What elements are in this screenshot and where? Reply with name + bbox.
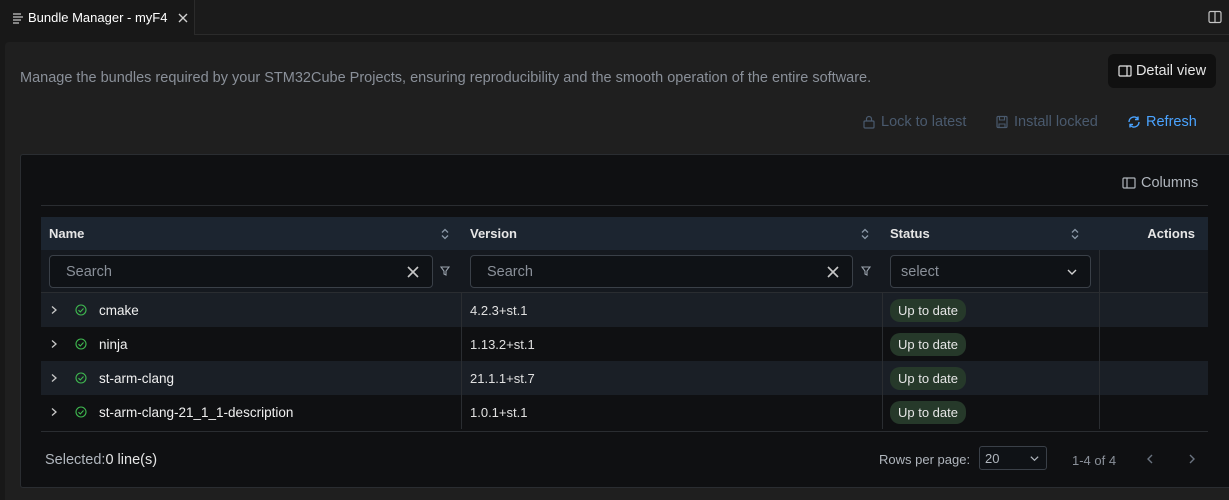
search-placeholder: Search [66,263,112,280]
page-info: 1-4 of 4 [1072,453,1117,468]
status-cell: Up to date [882,395,1092,429]
version-search-input[interactable]: Search [470,255,853,288]
bundle-name: cmake [99,302,139,318]
bundle-name: st-arm-clang-21_1_1-description [99,404,294,420]
columns-button[interactable]: Columns [1122,175,1198,191]
column-header-actions: Actions [1092,217,1208,250]
refresh-label: Refresh [1146,114,1197,130]
chevron-right-icon[interactable] [49,373,59,383]
columns-icon [1122,176,1136,190]
rows-per-page-label: Rows per page: [879,452,971,467]
save-icon [995,115,1009,129]
bundle-name: ninja [99,336,128,352]
chevron-down-icon [1029,453,1040,464]
editor-tab-bar: Bundle Manager - myF4 [0,0,1229,35]
table-header: Name Version Status Actions [41,217,1208,250]
split-editor-icon[interactable] [1207,9,1223,25]
selected-label: Selected: [45,452,106,468]
actions-cell [1092,395,1208,429]
bundle-version: 1.0.1+st.1 [470,404,528,420]
close-icon[interactable] [175,10,191,26]
sort-icon[interactable] [860,227,870,241]
check-circle-icon [75,304,87,316]
filter-icon[interactable] [440,265,450,277]
columns-label: Columns [1141,175,1199,191]
column-divider [1099,250,1100,429]
chevron-down-icon [1066,266,1078,278]
status-badge: Up to date [890,332,966,356]
actions-cell [1092,361,1208,395]
column-header-label: Name [49,226,85,241]
status-select[interactable]: select [890,255,1091,288]
column-divider [882,293,883,429]
actions-cell [1092,327,1208,361]
status-badge: Up to date [890,298,966,322]
name-cell: st-arm-clang-21_1_1-description [41,395,462,429]
lock-to-latest-button[interactable]: Lock to latest [862,114,966,130]
next-page-icon[interactable] [1185,452,1199,466]
bundle-manager-panel: Manage the bundles required by your STM3… [5,42,1229,500]
list-icon [12,12,24,24]
rows-per-page-select[interactable]: 20 [979,446,1047,470]
sort-icon[interactable] [1070,227,1080,241]
column-header-name[interactable]: Name [41,217,462,250]
bundle-version: 1.13.2+st.1 [470,336,535,352]
lock-to-latest-label: Lock to latest [881,114,967,130]
check-circle-icon [75,372,87,384]
actions-cell [1092,293,1208,327]
filter-icon[interactable] [861,265,871,277]
check-circle-icon [75,406,87,418]
check-circle-icon [75,338,87,350]
table-row[interactable]: ninja 1.13.2+st.1 Up to date [41,327,1208,361]
chevron-right-icon[interactable] [49,339,59,349]
chevron-right-icon[interactable] [49,407,59,417]
previous-page-icon[interactable] [1143,452,1157,466]
selection-summary: Selected:0 line(s) [45,452,157,468]
column-divider [461,293,462,429]
table-row[interactable]: st-arm-clang-21_1_1-description 1.0.1+st… [41,395,1208,429]
name-cell: cmake [41,293,462,327]
status-cell: Up to date [882,361,1092,395]
refresh-icon [1127,115,1141,129]
install-locked-button[interactable]: Install locked [995,114,1098,130]
lock-icon [862,115,876,129]
panel-icon [1118,64,1132,78]
table-row[interactable]: cmake 4.2.3+st.1 Up to date [41,293,1208,327]
clear-icon[interactable] [406,265,420,279]
status-cell: Up to date [882,293,1092,327]
name-cell: ninja [41,327,462,361]
column-header-label: Status [890,226,930,241]
name-cell: st-arm-clang [41,361,462,395]
page-description: Manage the bundles required by your STM3… [20,70,872,86]
divider [41,205,1208,206]
column-header-label: Version [470,226,517,241]
column-header-label: Actions [1147,226,1195,241]
bundle-version: 4.2.3+st.1 [470,302,528,318]
status-badge: Up to date [890,400,966,424]
name-search-input[interactable]: Search [49,255,433,288]
bundle-name: st-arm-clang [99,370,175,386]
sort-icon[interactable] [440,227,450,241]
selected-value: 0 line(s) [105,452,158,468]
detail-view-label: Detail view [1135,63,1207,79]
table-footer: Selected:0 line(s) Rows per page: 20 1-4… [41,431,1208,489]
bundle-version: 21.1.1+st.7 [470,370,535,386]
clear-icon[interactable] [826,265,840,279]
tab-title: Bundle Manager - myF4 [28,10,168,25]
filter-row: Search Search select [41,250,1208,293]
bundles-table-card: Columns Name Version Status Actions Sear… [20,154,1229,488]
column-header-version[interactable]: Version [462,217,882,250]
select-placeholder: select [901,264,939,280]
chevron-right-icon[interactable] [49,305,59,315]
status-badge: Up to date [890,366,966,390]
table-row[interactable]: st-arm-clang 21.1.1+st.7 Up to date [41,361,1208,395]
status-cell: Up to date [882,327,1092,361]
rows-per-page-value: 20 [985,451,1000,466]
detail-view-button[interactable]: Detail view [1108,54,1216,88]
tab-bundle-manager[interactable]: Bundle Manager - myF4 [0,0,195,35]
install-locked-label: Install locked [1014,114,1098,130]
column-header-status[interactable]: Status [882,217,1092,250]
refresh-button[interactable]: Refresh [1127,114,1197,130]
search-placeholder: Search [487,263,533,280]
